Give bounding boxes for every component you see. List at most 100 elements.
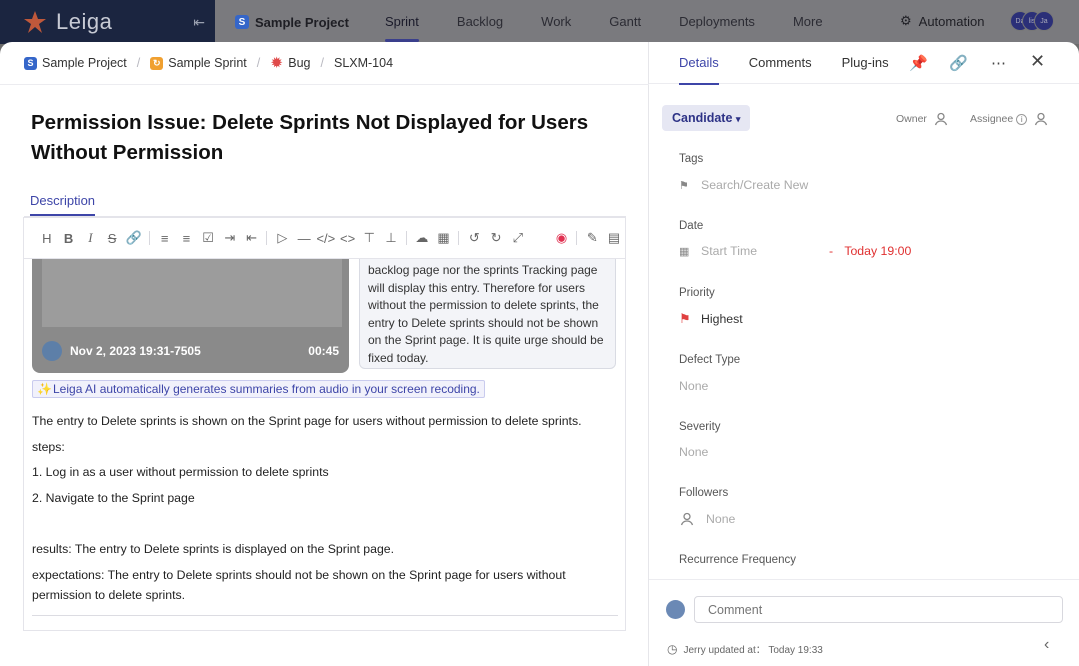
toolbar-separator xyxy=(148,231,150,245)
followers-label: Followers xyxy=(679,487,729,499)
project-switcher[interactable]: S Sample Project xyxy=(235,15,349,30)
breadcrumb-separator: / xyxy=(136,56,141,70)
toolbar-separator xyxy=(458,231,460,245)
redo-icon[interactable]: ↻ xyxy=(485,230,507,246)
robot-icon: ⚙ xyxy=(900,13,912,28)
pin-icon[interactable]: 📌 xyxy=(909,54,928,72)
align-bottom-icon[interactable]: ⊥ xyxy=(380,230,402,246)
document-icon[interactable]: ▤ xyxy=(603,230,625,246)
status-dropdown[interactable]: Candidate ▾ xyxy=(662,105,751,131)
bold-icon[interactable]: B xyxy=(58,231,80,246)
toolbar-separator xyxy=(576,231,578,245)
upload-icon[interactable]: ☁ xyxy=(411,230,433,246)
nav-more[interactable]: More xyxy=(793,0,823,44)
start-time-field[interactable]: ▦ Start Time xyxy=(679,244,757,258)
priority-value: Highest xyxy=(701,312,743,326)
breadcrumb-issue-id[interactable]: SLXM-104 xyxy=(334,56,393,70)
info-icon: i xyxy=(1016,113,1028,125)
defect-type-value[interactable]: None xyxy=(679,379,708,393)
flag-icon: ⚑ xyxy=(679,311,691,326)
avatar xyxy=(42,341,62,361)
breadcrumb-sprint[interactable]: ↻ Sample Sprint xyxy=(150,56,247,70)
priority-field[interactable]: ⚑ Highest xyxy=(679,311,743,327)
close-icon[interactable]: ✕ xyxy=(1030,51,1045,72)
issue-side-pane: Details Comments Plug-ins 📌 🔗 ⋯ ✕ Candid… xyxy=(649,42,1079,666)
template-icon[interactable]: ✎ xyxy=(581,230,603,246)
video-duration: 00:45 xyxy=(308,344,339,358)
description-paragraph: 2. Navigate to the Sprint page xyxy=(32,491,195,505)
breadcrumb-project[interactable]: S Sample Project xyxy=(24,56,127,70)
history-icon: ◷ xyxy=(667,641,678,656)
record-video-icon[interactable]: ◉ xyxy=(551,230,573,246)
priority-label: Priority xyxy=(679,287,715,299)
breadcrumb-type-label: Bug xyxy=(288,56,311,70)
automation-label: Automation xyxy=(918,13,985,29)
date-label: Date xyxy=(679,220,704,232)
tab-details[interactable]: Details xyxy=(679,42,719,85)
fullscreen-icon[interactable]: ⤢ xyxy=(507,230,529,246)
indent-icon[interactable]: ⇥ xyxy=(219,230,241,246)
outdent-icon[interactable]: ⇤ xyxy=(241,230,263,246)
breadcrumb-type[interactable]: ✹ Bug xyxy=(270,55,311,70)
side-tabs: Details Comments Plug-ins 📌 🔗 ⋯ ✕ xyxy=(649,42,1079,85)
description-editor[interactable]: Nov 2, 2023 19:31-7505 00:45 backlog pag… xyxy=(23,259,626,631)
severity-value[interactable]: None xyxy=(679,445,708,459)
followers-field[interactable]: None xyxy=(679,511,735,527)
ordered-list-icon[interactable]: ≡ xyxy=(175,231,197,246)
divider xyxy=(32,615,618,616)
avatar: Ja xyxy=(1034,11,1054,31)
nav-deployments[interactable]: Deployments xyxy=(679,0,755,44)
strikethrough-icon[interactable]: S xyxy=(101,231,123,246)
link-icon[interactable]: 🔗 xyxy=(123,230,145,246)
italic-icon[interactable]: I xyxy=(80,230,102,246)
issue-title[interactable]: Permission Issue: Delete Sprints Not Dis… xyxy=(31,108,621,168)
tab-plugins[interactable]: Plug-ins xyxy=(842,42,889,84)
bug-icon: ✹ xyxy=(271,55,283,70)
quote-icon[interactable]: ▷ xyxy=(271,230,293,246)
nav-sprint[interactable]: Sprint xyxy=(384,0,419,44)
automation-button[interactable]: ⚙ Automation xyxy=(900,13,984,29)
chevron-down-icon: ▾ xyxy=(735,114,741,124)
table-icon[interactable]: ▦ xyxy=(433,230,455,246)
horizontal-rule-icon[interactable]: — xyxy=(293,231,315,246)
top-navigation: Sprint Backlog Work Gantt Deployments Mo… xyxy=(384,0,861,44)
chevron-left-icon[interactable]: ‹ xyxy=(1044,636,1049,654)
bullet-list-icon[interactable]: ≡ xyxy=(154,231,176,246)
comment-input[interactable] xyxy=(694,596,1063,623)
nav-work[interactable]: Work xyxy=(541,0,571,44)
heading-icon[interactable]: H xyxy=(36,231,58,246)
tab-comments[interactable]: Comments xyxy=(749,42,812,84)
link-icon[interactable]: 🔗 xyxy=(949,54,968,72)
ai-note-badge[interactable]: ✨ Leiga AI automatically generates summa… xyxy=(32,380,485,398)
project-name: Sample Project xyxy=(255,14,349,30)
nav-backlog[interactable]: Backlog xyxy=(457,0,503,44)
undo-icon[interactable]: ↺ xyxy=(463,230,485,246)
user-icon xyxy=(680,512,694,526)
screen-recording-video[interactable]: Nov 2, 2023 19:31-7505 00:45 xyxy=(32,259,349,373)
code-block-icon[interactable]: </> xyxy=(315,231,337,246)
tags-input[interactable]: ⚑ Search/Create New xyxy=(679,178,808,192)
inline-code-icon[interactable]: <> xyxy=(337,231,359,246)
end-time-field[interactable]: - Today 19:00 xyxy=(829,244,911,258)
owner-field[interactable]: Owner xyxy=(896,111,949,127)
nav-gantt[interactable]: Gantt xyxy=(609,0,641,44)
tab-description[interactable]: Description xyxy=(30,193,96,216)
issue-detail-modal: S Sample Project / ↻ Sample Sprint / ✹ B… xyxy=(0,42,1079,666)
divider xyxy=(0,84,649,85)
more-icon[interactable]: ⋯ xyxy=(991,54,1006,72)
updated-text: Jerry updated at： Today 19:33 xyxy=(683,645,823,656)
project-icon: S xyxy=(24,56,37,70)
align-top-icon[interactable]: ⊤ xyxy=(358,230,380,246)
video-thumbnail xyxy=(42,259,342,327)
tag-icon: ⚑ xyxy=(679,179,689,192)
divider xyxy=(649,579,1079,580)
update-history[interactable]: ◷ Jerry updated at： Today 19:33 xyxy=(667,641,823,657)
member-avatars[interactable]: Da lis Ja xyxy=(1010,11,1054,31)
assignee-field[interactable]: Assignee i xyxy=(970,111,1049,127)
user-icon xyxy=(1035,112,1048,126)
description-paragraph: expectations: The entry to Delete sprint… xyxy=(32,568,566,582)
collapse-sidebar-icon[interactable]: ⇤ xyxy=(193,14,205,31)
calendar-icon: ▦ xyxy=(679,245,690,258)
avatar xyxy=(666,600,685,619)
checklist-icon[interactable]: ☑ xyxy=(197,230,219,246)
